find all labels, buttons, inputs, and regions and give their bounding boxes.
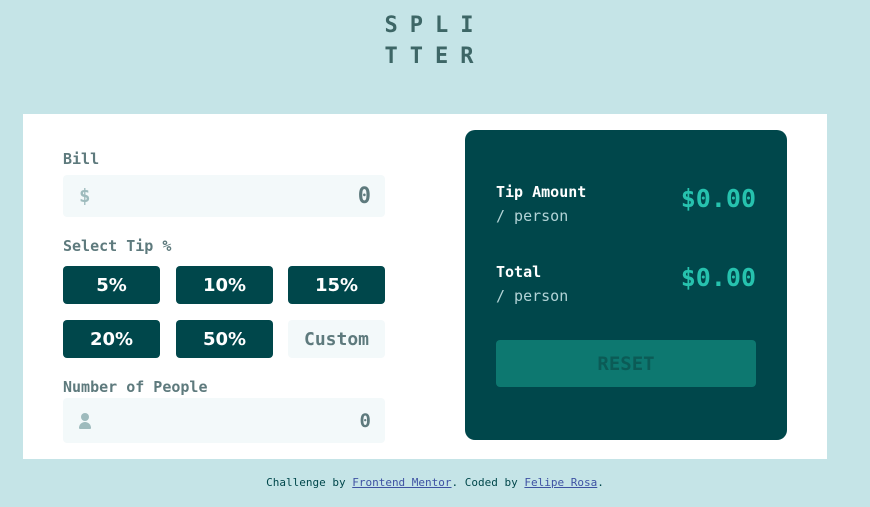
- tip-amount-value: $0.00: [680, 184, 756, 213]
- bill-label: Bill: [63, 150, 100, 168]
- bill-input[interactable]: $ 0: [63, 175, 385, 217]
- attribution: Challenge by Frontend Mentor. Coded by F…: [0, 476, 870, 489]
- total-label: Total: [496, 263, 542, 281]
- reset-button[interactable]: RESET: [496, 340, 756, 387]
- dollar-icon: $: [79, 185, 91, 207]
- attribution-suffix: .: [597, 476, 604, 489]
- tip-button-50[interactable]: 50%: [176, 320, 273, 358]
- app-logo: SPLI TTER: [0, 10, 870, 72]
- tip-amount-per-person: / person: [496, 207, 569, 225]
- tip-button-15[interactable]: 15%: [288, 266, 385, 304]
- tip-button-20[interactable]: 20%: [63, 320, 160, 358]
- people-value: 0: [359, 409, 371, 432]
- tip-button-10[interactable]: 10%: [176, 266, 273, 304]
- total-value: $0.00: [680, 263, 756, 292]
- tip-button-5[interactable]: 5%: [63, 266, 160, 304]
- result-panel: Tip Amount / person $0.00 Total / person…: [465, 130, 787, 440]
- tip-custom-input[interactable]: Custom: [288, 320, 385, 358]
- frontend-mentor-link[interactable]: Frontend Mentor: [352, 476, 451, 489]
- author-link[interactable]: Felipe Rosa: [524, 476, 597, 489]
- select-tip-label: Select Tip %: [63, 237, 172, 255]
- attribution-middle: . Coded by: [451, 476, 525, 489]
- total-per-person: / person: [496, 287, 569, 305]
- bill-value: 0: [357, 183, 371, 209]
- person-icon: [79, 412, 91, 429]
- tip-amount-label: Tip Amount: [496, 183, 587, 201]
- people-input[interactable]: 0: [63, 398, 385, 443]
- attribution-prefix: Challenge by: [266, 476, 353, 489]
- people-label: Number of People: [63, 378, 208, 396]
- logo-line-2: TTER: [384, 44, 486, 69]
- logo-line-1: SPLI: [384, 13, 486, 38]
